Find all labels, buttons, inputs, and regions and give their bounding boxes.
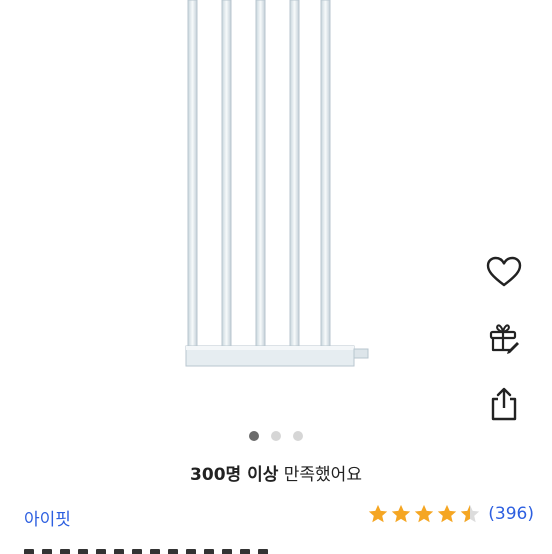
gallery-pagination xyxy=(0,431,552,441)
share-icon xyxy=(491,387,517,421)
truncated-text-line xyxy=(24,544,324,554)
star-rating xyxy=(367,503,482,525)
star-full-icon xyxy=(369,504,388,523)
gift-button[interactable] xyxy=(484,318,524,358)
heart-icon xyxy=(486,256,522,287)
star-full-icon xyxy=(438,504,457,523)
share-button[interactable] xyxy=(484,384,524,424)
satisfaction-text: 300명 이상 만족했어요 xyxy=(0,460,552,485)
gift-icon xyxy=(489,324,519,354)
pagination-dot-2[interactable] xyxy=(271,431,281,441)
brand-link[interactable]: 아이핏 xyxy=(24,505,71,530)
pagination-dot-3[interactable] xyxy=(293,431,303,441)
star-full-icon xyxy=(392,504,411,523)
product-image-gallery[interactable] xyxy=(0,0,552,421)
satisfaction-count: 300명 이상 xyxy=(190,465,279,485)
pagination-dot-1[interactable] xyxy=(249,431,259,441)
star-full-icon xyxy=(415,504,434,523)
rating-summary[interactable]: (396) xyxy=(367,503,534,525)
star-half-icon xyxy=(461,504,480,523)
review-count: (396) xyxy=(488,504,534,524)
wishlist-button[interactable] xyxy=(484,252,524,292)
satisfaction-label: 만족했어요 xyxy=(278,465,362,485)
product-image xyxy=(185,0,369,367)
